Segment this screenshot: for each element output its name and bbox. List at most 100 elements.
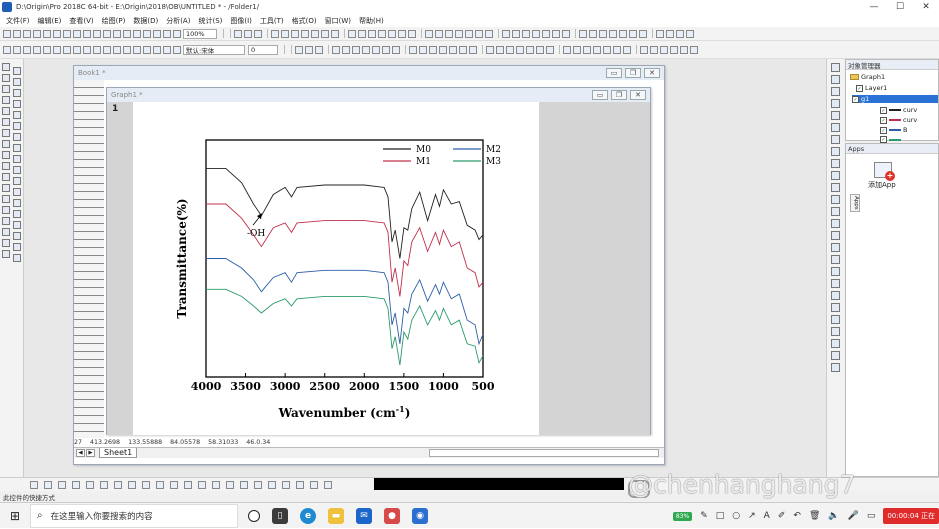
toolbar-button-icon[interactable] (86, 480, 94, 489)
tool-button-icon[interactable] (831, 267, 840, 276)
toolbar-button-icon[interactable] (73, 29, 81, 38)
row-header[interactable] (74, 128, 104, 136)
toolbar-button-icon[interactable] (609, 29, 617, 38)
tool-button-icon[interactable] (13, 67, 21, 75)
row-header[interactable] (74, 320, 104, 328)
toolbar-button-icon[interactable] (522, 29, 530, 38)
toolbar-button-icon[interactable] (362, 45, 370, 54)
toolbar-button-icon[interactable] (44, 480, 52, 489)
tool-button-icon[interactable] (13, 155, 21, 163)
toolbar-button-icon[interactable] (13, 45, 21, 54)
toolbar-button-icon[interactable] (486, 45, 494, 54)
toolbar-button-icon[interactable] (53, 29, 61, 38)
toolbar-button-icon[interactable] (573, 45, 581, 54)
toolbar-button-icon[interactable] (676, 29, 684, 38)
toolbar-button-icon[interactable] (502, 29, 510, 38)
toolbar-button-icon[interactable] (143, 45, 151, 54)
toolbar-button-icon[interactable] (619, 29, 627, 38)
toolbar-button-icon[interactable] (58, 480, 66, 489)
toolbar-button-icon[interactable] (33, 29, 41, 38)
toolbar-button-icon[interactable] (305, 45, 313, 54)
toolbar-button-icon[interactable] (650, 45, 658, 54)
toolbar-button-icon[interactable] (33, 45, 41, 54)
row-header[interactable] (74, 248, 104, 256)
windows-start-button[interactable]: ⊞ (0, 503, 30, 529)
toolbar-button-icon[interactable] (315, 45, 323, 54)
toolbar-button-icon[interactable] (599, 29, 607, 38)
toolbar-button-icon[interactable] (372, 45, 380, 54)
toolbar-button-icon[interactable] (409, 45, 417, 54)
row-header[interactable] (74, 96, 104, 104)
row-header[interactable] (74, 88, 104, 96)
book1-minimize-button[interactable]: ▭ (606, 68, 622, 78)
toolbar-button-icon[interactable] (680, 45, 688, 54)
recording-timer[interactable]: 00:00:04 正在 (883, 508, 939, 524)
toolbar-button-icon[interactable] (660, 45, 668, 54)
menu-item[interactable]: 工具(T) (260, 16, 284, 26)
toolbar-button-icon[interactable] (43, 45, 51, 54)
toolbar-button-icon[interactable] (310, 480, 318, 489)
toolbar-button-icon[interactable] (589, 29, 597, 38)
circle-icon[interactable]: ○ (732, 511, 740, 521)
toolbar-button-icon[interactable] (593, 45, 601, 54)
tool-button-icon[interactable] (2, 107, 10, 115)
toolbar-button-icon[interactable] (686, 29, 694, 38)
tool-button-icon[interactable] (2, 140, 10, 148)
row-header[interactable] (74, 288, 104, 296)
graph-page[interactable]: 4000 3500 3000 2500 2000 1500 1000 500 Wavenumbe… (133, 102, 539, 435)
menu-item[interactable]: 分析(A) (166, 16, 190, 26)
row-header[interactable] (74, 384, 104, 392)
tool-button-icon[interactable] (831, 219, 840, 228)
visibility-checkbox[interactable]: ✓ (880, 126, 887, 134)
toolbar-button-icon[interactable] (170, 480, 178, 489)
row-header[interactable] (74, 152, 104, 160)
row-header[interactable] (74, 200, 104, 208)
menu-item[interactable]: 帮助(H) (359, 16, 384, 26)
tool-button-icon[interactable] (2, 217, 10, 225)
menu-item[interactable]: 数据(D) (133, 16, 158, 26)
row-header[interactable] (74, 80, 104, 88)
tool-button-icon[interactable] (13, 232, 21, 240)
tool-button-icon[interactable] (831, 99, 840, 108)
toolbar-button-icon[interactable] (398, 29, 406, 38)
toolbar-button-icon[interactable] (496, 45, 504, 54)
toolbar-button-icon[interactable] (439, 45, 447, 54)
tool-button-icon[interactable] (13, 133, 21, 141)
row-header[interactable] (74, 272, 104, 280)
toolbar-button-icon[interactable] (143, 29, 151, 38)
tool-button-icon[interactable] (831, 351, 840, 360)
object-tree-item[interactable]: ✓ curv (880, 116, 917, 124)
tool-button-icon[interactable] (13, 199, 21, 207)
camera-icon[interactable]: ▭ (867, 511, 876, 521)
toolbar-button-icon[interactable] (311, 29, 319, 38)
toolbar-button-icon[interactable] (378, 29, 386, 38)
toolbar-button-icon[interactable] (271, 29, 279, 38)
toolbar-button-icon[interactable] (103, 45, 111, 54)
toolbar-button-icon[interactable] (100, 480, 108, 489)
object-tree-item[interactable]: Graph1 (850, 73, 885, 81)
toolbar-button-icon[interactable] (301, 29, 309, 38)
menu-item[interactable]: 编辑(E) (38, 16, 62, 26)
taskbar-search[interactable]: ⌕ 在这里输入你要搜索的内容 (30, 503, 238, 528)
toolbar-button-icon[interactable] (128, 480, 136, 489)
row-header[interactable] (74, 368, 104, 376)
toolbar-button-icon[interactable] (552, 29, 560, 38)
visibility-checkbox[interactable]: ✓ (880, 136, 887, 143)
toolbar-button-icon[interactable] (623, 45, 631, 54)
row-header[interactable] (74, 216, 104, 224)
toolbar-button-icon[interactable] (583, 45, 591, 54)
toolbar-button-icon[interactable] (153, 29, 161, 38)
toolbar-button-icon[interactable] (342, 45, 350, 54)
cortana-icon[interactable] (248, 509, 260, 522)
tool-button-icon[interactable] (2, 63, 10, 71)
tool-button-icon[interactable] (831, 87, 840, 96)
row-header[interactable] (74, 168, 104, 176)
tool-button-icon[interactable] (13, 243, 21, 251)
toolbar-button-icon[interactable] (53, 45, 61, 54)
row-header[interactable] (74, 312, 104, 320)
menu-item[interactable]: 格式(O) (292, 16, 317, 26)
row-header[interactable] (74, 104, 104, 112)
toolbar-button-icon[interactable] (388, 29, 396, 38)
tool-button-icon[interactable] (13, 221, 21, 229)
toolbar-button-icon[interactable] (536, 45, 544, 54)
